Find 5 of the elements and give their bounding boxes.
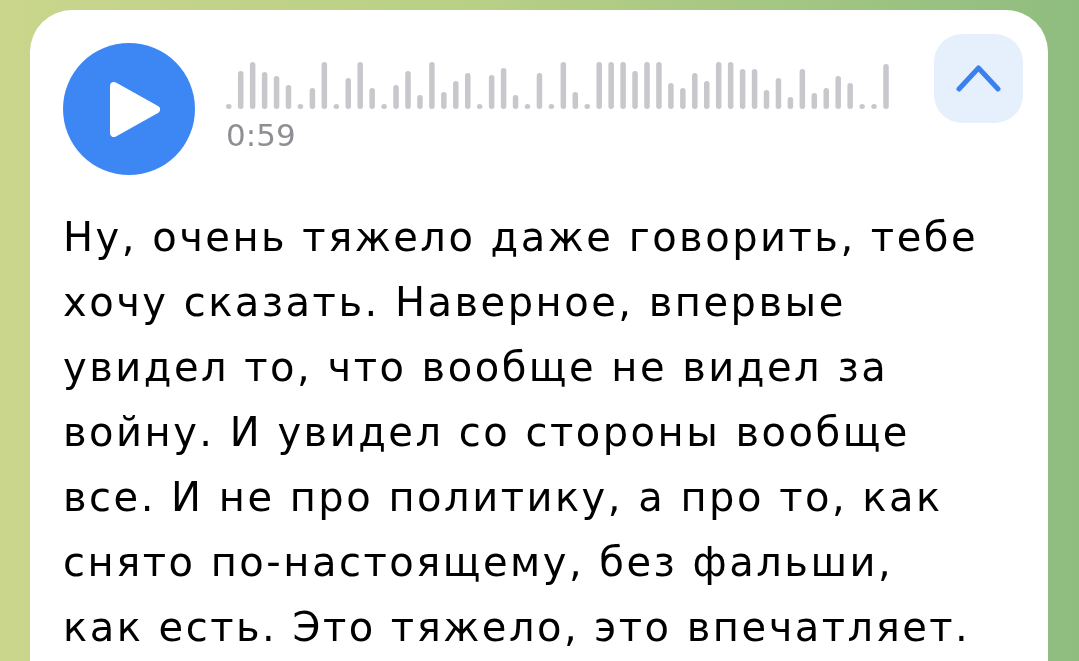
duration-text: 0:59 <box>226 120 296 151</box>
play-icon <box>109 81 160 137</box>
transcript-text: Ну, очень тяжело даже говорить, тебе хочу сказать. Наверное, впервые увидел то, что вообще не видел за войну. И увидел со стороны вообще все. И не про политику, а про то, как снято по-настоящему, без фальши, как есть. Это тяжело, это впечатляет. <box>63 213 980 652</box>
chevron-up-icon <box>956 65 1001 92</box>
collapse-transcript-button[interactable] <box>934 34 1023 123</box>
